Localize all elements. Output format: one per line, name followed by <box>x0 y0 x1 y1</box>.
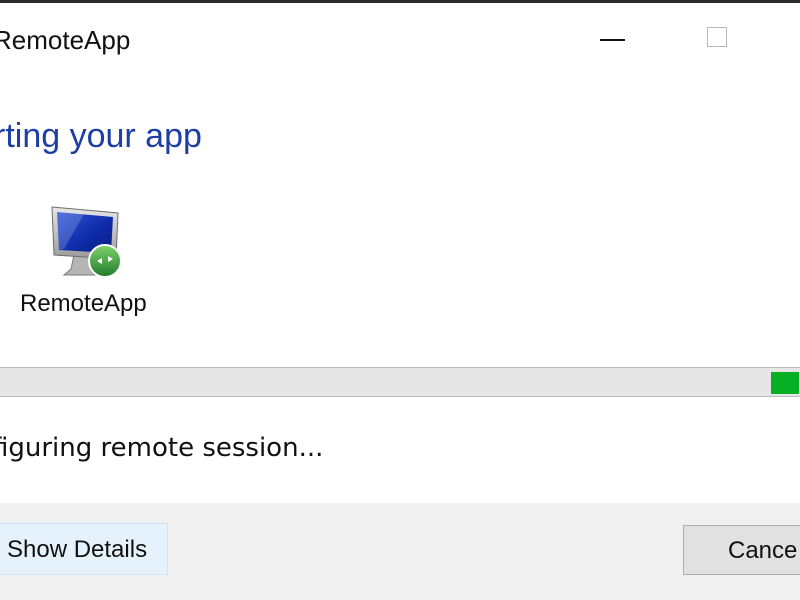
cancel-label: Cance <box>728 537 798 564</box>
maximize-icon <box>707 27 727 47</box>
show-details-button[interactable]: Show Details <box>0 523 168 575</box>
page-heading: rting your app <box>0 117 202 155</box>
show-details-label: Show Details <box>7 536 148 563</box>
window-title: RemoteApp <box>0 25 131 55</box>
minimize-icon <box>600 39 625 41</box>
progress-bar <box>0 367 800 397</box>
cancel-button[interactable]: Cance <box>683 525 800 575</box>
remote-desktop-computer-icon <box>44 203 134 283</box>
title-bar[interactable]: RemoteApp <box>0 3 800 77</box>
progress-marquee-chunk <box>771 372 799 394</box>
minimize-button[interactable] <box>590 21 636 61</box>
app-label: RemoteApp <box>20 290 147 317</box>
status-text: figuring remote session... <box>0 433 324 463</box>
maximize-button[interactable] <box>695 17 741 57</box>
remoteapp-dialog: RemoteApp rting your app RemoteApp figur… <box>0 0 800 600</box>
